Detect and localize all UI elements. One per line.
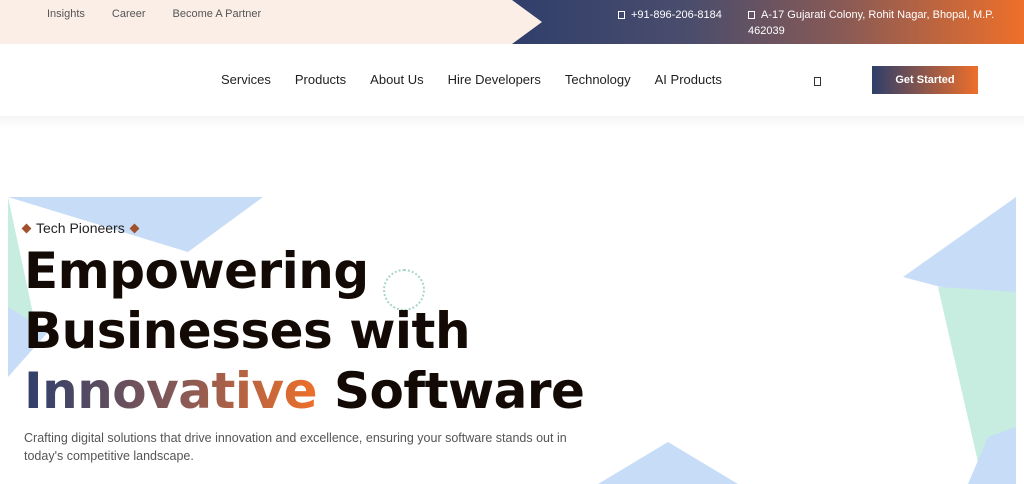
hero-section: Tech Pioneers Empowering Businesses with… xyxy=(8,197,1016,484)
top-links: Insights Career Become A Partner xyxy=(47,8,261,20)
top-link-insights[interactable]: Insights xyxy=(47,8,85,20)
location-icon xyxy=(748,11,755,19)
eyebrow-text: Tech Pioneers xyxy=(36,220,125,236)
nav-menu: Services Products About Us Hire Develope… xyxy=(221,72,746,87)
diamond-icon xyxy=(129,223,140,233)
nav-item-hire-developers[interactable]: Hire Developers xyxy=(448,72,541,87)
hero-eyebrow: Tech Pioneers xyxy=(21,220,140,236)
address-contact: A-17 Gujarati Colony, Rohit Nagar, Bhopa… xyxy=(748,7,1008,39)
headline-highlight: Innovative xyxy=(24,362,318,420)
hero-subtitle: Crafting digital solutions that drive in… xyxy=(24,431,567,463)
top-link-become-partner[interactable]: Become A Partner xyxy=(173,8,262,20)
nav-item-about-us[interactable]: About Us xyxy=(370,72,423,87)
nav-item-products[interactable]: Products xyxy=(295,72,346,87)
nav-item-services[interactable]: Services xyxy=(221,72,271,87)
headline-line-3: Software xyxy=(333,362,585,420)
hero-headline: Empowering Businesses with Innovative So… xyxy=(24,241,585,421)
search-icon[interactable] xyxy=(814,77,821,86)
headline-line-2: Businesses with xyxy=(24,302,471,360)
address-text: A-17 Gujarati Colony, Rohit Nagar, Bhopa… xyxy=(748,9,995,37)
phone-contact[interactable]: +91-896-206-8184 xyxy=(618,7,722,23)
nav-shadow xyxy=(0,116,1024,128)
nav-item-ai-products[interactable]: AI Products xyxy=(655,72,722,87)
phone-icon xyxy=(618,11,625,19)
nav-item-technology[interactable]: Technology xyxy=(565,72,631,87)
main-navbar: Services Products About Us Hire Develope… xyxy=(0,44,1024,116)
top-link-career[interactable]: Career xyxy=(112,8,146,20)
phone-number: +91-896-206-8184 xyxy=(631,9,722,21)
get-started-button[interactable]: Get Started xyxy=(872,66,978,94)
top-bar: Insights Career Become A Partner +91-896… xyxy=(0,0,1024,44)
headline-line-1: Empowering xyxy=(24,242,369,300)
diamond-icon xyxy=(21,223,32,233)
shape-bottom-blue xyxy=(598,442,738,484)
